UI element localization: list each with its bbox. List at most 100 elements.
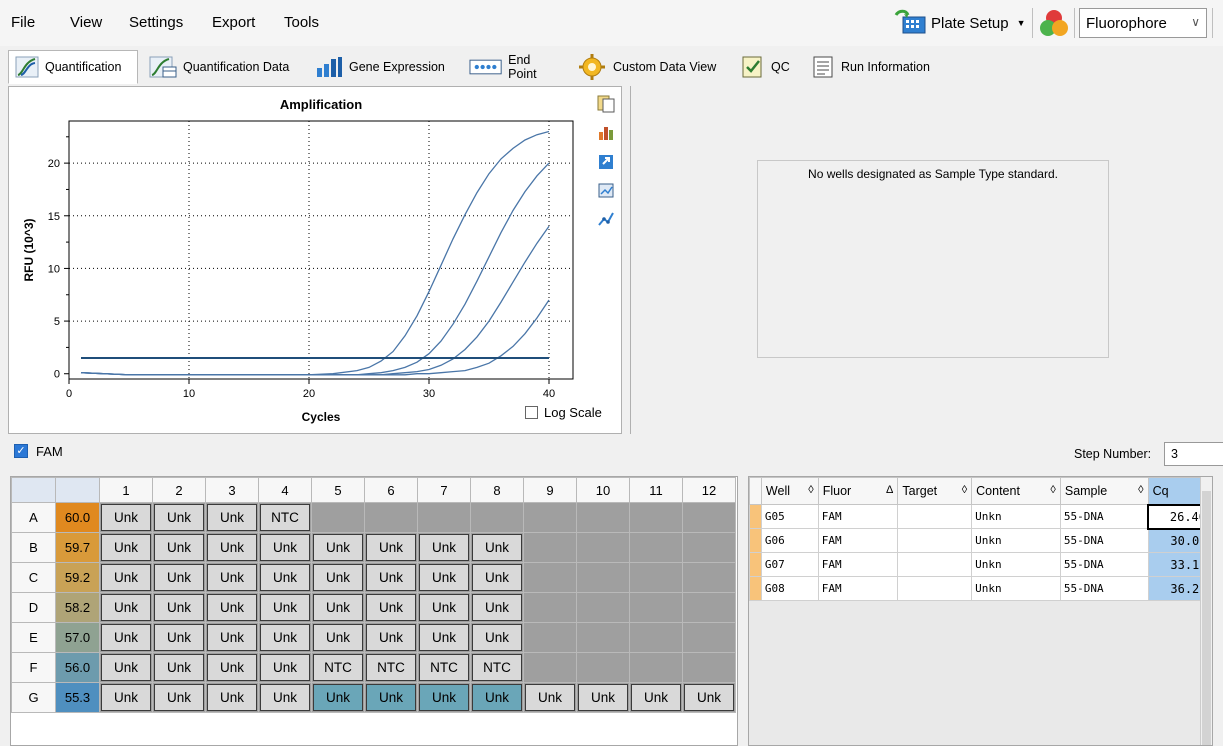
plate-well[interactable]: Unk [152, 502, 206, 533]
tab-end-point[interactable]: End Point [462, 50, 568, 84]
cell-fluor[interactable]: FAM [817, 504, 899, 529]
plate-well-empty[interactable] [523, 562, 577, 593]
plate-well-empty[interactable] [311, 502, 365, 533]
plate-well[interactable]: Unk [152, 622, 206, 653]
step-number-select[interactable]: 3 [1164, 442, 1223, 466]
plate-setup-button[interactable]: Plate Setup ▼ [893, 7, 1025, 39]
plate-well[interactable]: Unk [417, 682, 471, 713]
plate-column-header[interactable]: 1 [99, 477, 153, 503]
results-column-header[interactable]: Fluor Δ [817, 477, 899, 505]
plate-column-header[interactable]: 4 [258, 477, 312, 503]
cell-target[interactable] [897, 504, 973, 529]
plate-well-empty[interactable] [682, 532, 736, 563]
plate-well[interactable]: Unk [523, 682, 577, 713]
plate-well[interactable]: Unk [258, 592, 312, 623]
cell-fluor[interactable]: FAM [817, 528, 899, 553]
plate-well-empty[interactable] [523, 592, 577, 623]
plate-well-empty[interactable] [682, 592, 736, 623]
plate-well[interactable]: Unk [629, 682, 683, 713]
plate-column-header[interactable]: 7 [417, 477, 471, 503]
cell-fluor[interactable]: FAM [817, 552, 899, 577]
plate-well-empty[interactable] [629, 622, 683, 653]
menu-export[interactable]: Export [212, 14, 255, 31]
cell-content[interactable]: Unkn [971, 504, 1061, 529]
plate-well[interactable]: Unk [205, 682, 259, 713]
row-selector[interactable] [749, 576, 762, 601]
cell-sample[interactable]: 55-DNA [1059, 576, 1149, 601]
log-scale-checkbox[interactable] [525, 406, 538, 419]
cell-well[interactable]: G07 [760, 552, 819, 577]
menu-view[interactable]: View [70, 14, 102, 31]
plate-well-empty[interactable] [682, 502, 736, 533]
cell-target[interactable] [897, 528, 973, 553]
sort-icon[interactable]: ◊ [962, 484, 967, 496]
plate-well-empty[interactable] [576, 502, 630, 533]
plate-well[interactable]: Unk [470, 592, 524, 623]
plate-well[interactable]: Unk [417, 562, 471, 593]
plate-row-header[interactable]: A [11, 502, 56, 533]
cell-fluor[interactable]: FAM [817, 576, 899, 601]
cell-well[interactable]: G08 [760, 576, 819, 601]
plate-well-empty[interactable] [682, 562, 736, 593]
copy-icon[interactable] [597, 93, 615, 113]
results-column-header[interactable]: Sample ◊ [1059, 477, 1149, 505]
plate-well[interactable]: Unk [205, 622, 259, 653]
plate-column-header[interactable]: 11 [629, 477, 683, 503]
cell-content[interactable]: Unkn [971, 528, 1061, 553]
plate-well[interactable]: NTC [364, 652, 418, 683]
plate-well[interactable]: Unk [311, 592, 365, 623]
fluorophore-color-icon[interactable] [1038, 8, 1070, 38]
plate-well-empty[interactable] [576, 652, 630, 683]
plate-column-header[interactable]: 9 [523, 477, 577, 503]
plate-well[interactable]: Unk [152, 532, 206, 563]
menu-file[interactable]: File [11, 14, 35, 31]
cell-sample[interactable]: 55-DNA [1059, 552, 1149, 577]
plate-well[interactable]: Unk [205, 652, 259, 683]
cell-well[interactable]: G05 [760, 504, 819, 529]
cell-sample[interactable]: 55-DNA [1059, 528, 1149, 553]
plate-well-empty[interactable] [417, 502, 471, 533]
plate-well[interactable]: Unk [470, 682, 524, 713]
plate-well[interactable]: Unk [99, 652, 153, 683]
plate-row-header[interactable]: F [11, 652, 56, 683]
sort-icon[interactable]: ◊ [808, 484, 813, 496]
fluorophore-select[interactable]: Fluorophore ∨ [1079, 8, 1207, 38]
plate-well[interactable]: NTC [311, 652, 365, 683]
plate-well[interactable]: Unk [152, 682, 206, 713]
plate-well[interactable]: Unk [99, 592, 153, 623]
plate-well[interactable]: Unk [417, 532, 471, 563]
plate-well[interactable]: Unk [258, 682, 312, 713]
plate-well[interactable]: Unk [364, 562, 418, 593]
plate-well[interactable]: Unk [470, 622, 524, 653]
plate-column-header[interactable]: 10 [576, 477, 630, 503]
table-row[interactable]: G07 FAM Unkn 55-DNA 33.18 [749, 552, 1212, 577]
zoom-icon[interactable] [597, 180, 615, 200]
menu-settings[interactable]: Settings [129, 14, 183, 31]
plate-well[interactable]: Unk [99, 622, 153, 653]
plate-well[interactable]: Unk [205, 592, 259, 623]
plate-well[interactable]: Unk [417, 592, 471, 623]
plate-well[interactable]: Unk [311, 682, 365, 713]
plate-well-empty[interactable] [629, 592, 683, 623]
scrollbar-thumb[interactable] [1202, 491, 1211, 745]
plate-well[interactable]: Unk [576, 682, 630, 713]
sort-icon[interactable]: ◊ [1138, 484, 1143, 496]
sort-icon[interactable]: Δ [886, 484, 893, 496]
plate-well[interactable]: Unk [99, 682, 153, 713]
plate-well[interactable]: Unk [311, 532, 365, 563]
plate-well[interactable]: Unk [205, 562, 259, 593]
plate-row-header[interactable]: C [11, 562, 56, 593]
plate-well[interactable]: Unk [99, 532, 153, 563]
results-column-header[interactable]: Content ◊ [971, 477, 1061, 505]
plate-well[interactable]: Unk [364, 592, 418, 623]
plate-column-header[interactable]: 6 [364, 477, 418, 503]
plate-column-header[interactable]: 8 [470, 477, 524, 503]
curve-fit-icon[interactable] [597, 209, 615, 229]
plate-well-empty[interactable] [364, 502, 418, 533]
plate-well[interactable]: Unk [470, 562, 524, 593]
plate-well-empty[interactable] [523, 622, 577, 653]
plate-well[interactable]: Unk [682, 682, 736, 713]
plate-well-empty[interactable] [523, 502, 577, 533]
plate-column-header[interactable]: 5 [311, 477, 365, 503]
plate-well-empty[interactable] [523, 532, 577, 563]
